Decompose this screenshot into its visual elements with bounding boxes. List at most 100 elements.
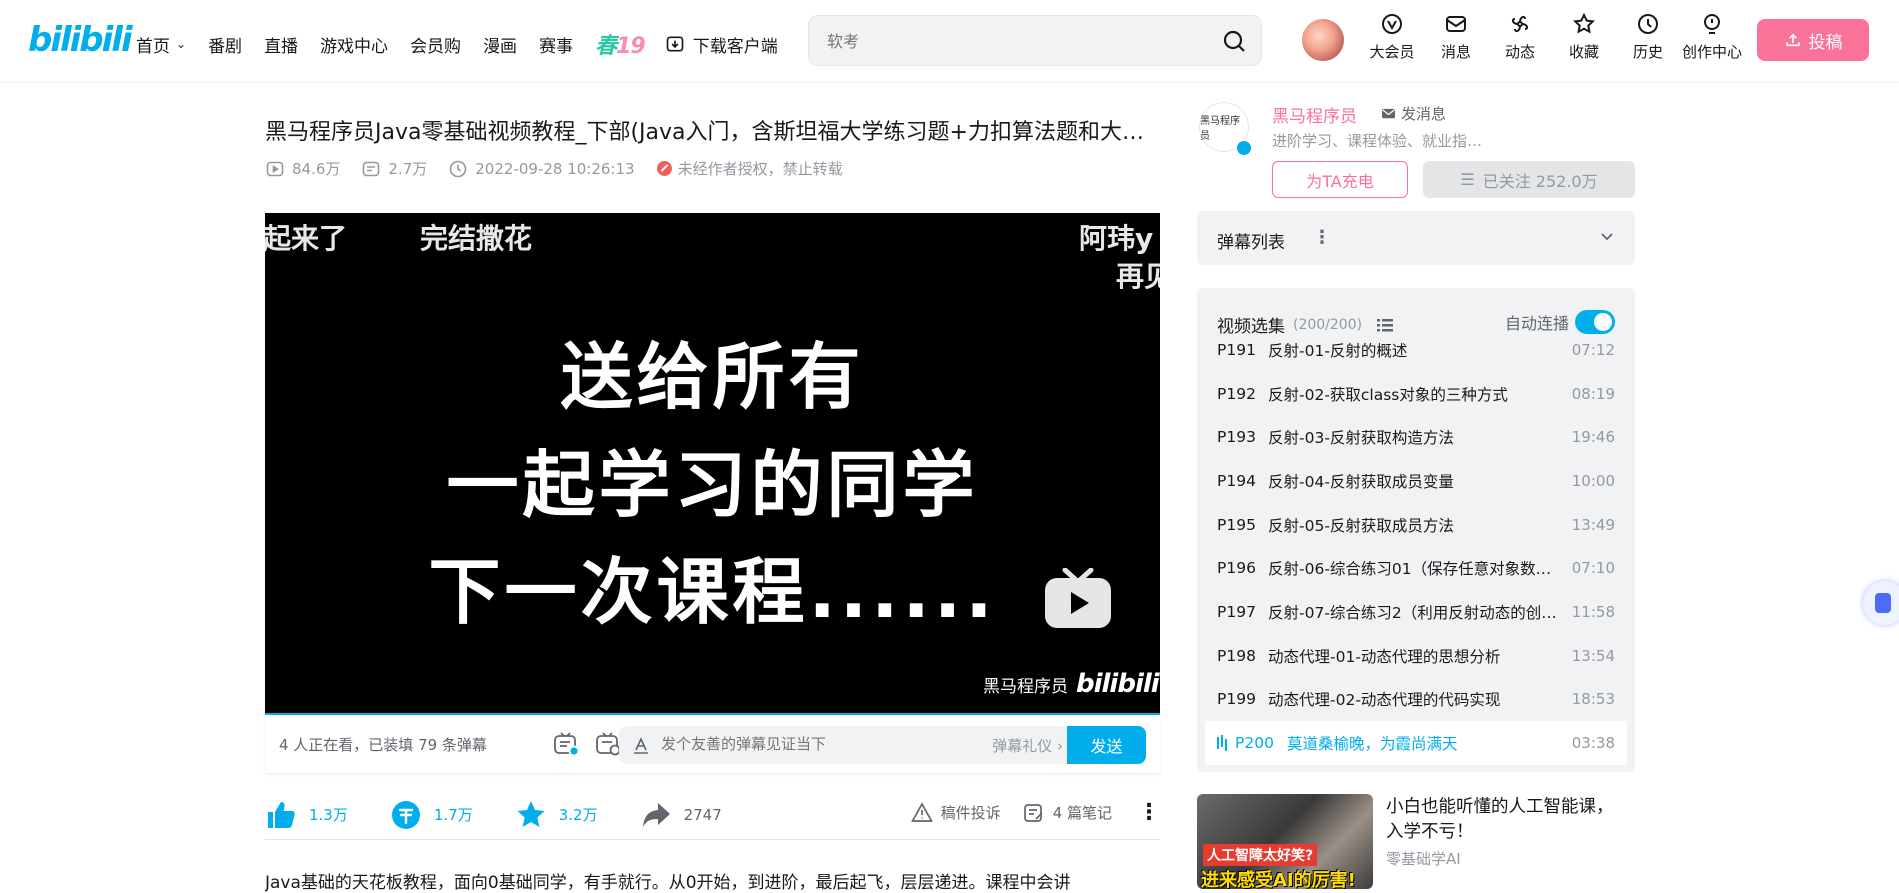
episode-duration: 18:53 xyxy=(1571,690,1615,709)
episode-number: P195 xyxy=(1217,515,1256,534)
video-meta: 84.6万 2.7万 2022-09-28 10:26:13 未经作者授权，禁止… xyxy=(266,158,843,179)
notes-button[interactable]: 4 篇笔记 xyxy=(1023,802,1112,824)
share-button[interactable]: 2747 xyxy=(640,799,722,831)
header-vip[interactable]: 大会员 xyxy=(1360,12,1424,62)
header-icon-label: 动态 xyxy=(1504,43,1535,61)
episode-item[interactable]: P199 动态代理-02-动态代理的代码实现 18:53 xyxy=(1205,678,1627,722)
danmaku-etiquette-link[interactable]: 弹幕礼仪 › xyxy=(992,735,1063,756)
watermark-text: 黑马程序员 xyxy=(983,676,1068,697)
like-count: 1.3万 xyxy=(309,806,348,824)
top-header: bilibili 首页 ⌄ 番剧 直播 游戏中心 会员购 漫画 赛事 春19 下… xyxy=(0,0,1899,81)
warning-icon xyxy=(910,801,933,822)
bilibili-logo[interactable]: bilibili xyxy=(28,20,133,60)
message-icon xyxy=(1446,16,1466,32)
nav-manga[interactable]: 漫画 xyxy=(483,32,517,57)
episode-item[interactable]: P198 动态代理-01-动态代理的思想分析 13:54 xyxy=(1205,634,1627,678)
send-danmaku-button[interactable]: 发送 xyxy=(1067,726,1146,764)
nav-mall[interactable]: 会员购 xyxy=(410,32,461,57)
header-favorite[interactable]: 收藏 xyxy=(1552,12,1616,62)
episode-item[interactable]: P197 反射-07-综合练习2（利用反射动态的创建对象和运行方法） 11:58 xyxy=(1205,590,1627,634)
recommend-author[interactable]: 零基础学AI xyxy=(1386,848,1461,869)
upload-button[interactable]: 投稿 xyxy=(1757,19,1869,61)
danmaku-count: 2.7万 xyxy=(362,158,427,179)
episode-title: 反射-03-反射获取构造方法 xyxy=(1268,429,1454,448)
star-icon xyxy=(517,800,545,827)
user-avatar[interactable] xyxy=(1300,17,1346,63)
text-style-icon[interactable] xyxy=(631,735,651,755)
nav-home[interactable]: 首页 ⌄ xyxy=(136,32,186,57)
recommend-thumbnail[interactable]: 人工智障太好笑? 进来感受AI的厉害! xyxy=(1197,794,1373,889)
search-input[interactable] xyxy=(827,29,1187,53)
episode-title: 动态代理-01-动态代理的思想分析 xyxy=(1268,647,1501,666)
episode-item[interactable]: P192 反射-02-获取class对象的三种方式 08:19 xyxy=(1205,372,1627,416)
spring-festival-logo[interactable]: 春19 xyxy=(595,28,646,60)
episode-title: 反射-04-反射获取成员变量 xyxy=(1268,472,1454,491)
thumbnail-caption: 进来感受AI的厉害! xyxy=(1201,870,1356,889)
nav-game-center[interactable]: 游戏中心 xyxy=(320,32,388,57)
creator-icon xyxy=(1704,14,1720,34)
like-button[interactable]: 1.3万 xyxy=(265,799,348,831)
recommend-title[interactable]: 小白也能听懂的人工智能课，入学不亏！ xyxy=(1386,795,1626,845)
header-creator[interactable]: 创作中心 xyxy=(1680,12,1744,62)
more-button[interactable]: ⋮ xyxy=(1138,800,1160,825)
episode-item[interactable]: P194 反射-04-反射获取成员变量 10:00 xyxy=(1205,459,1627,503)
episode-item-active[interactable]: P200 莫道桑榆晚，为霞尚满天 03:38 xyxy=(1205,721,1627,765)
send-message-link[interactable]: 发消息 xyxy=(1381,103,1446,124)
favorite-button[interactable]: 3.2万 xyxy=(515,799,598,831)
episode-number: P196 xyxy=(1217,559,1256,578)
coin-button[interactable]: 1.7万 xyxy=(390,799,473,831)
episode-duration: 03:38 xyxy=(1571,734,1615,753)
view-count: 84.6万 xyxy=(266,158,340,179)
episode-duration: 07:10 xyxy=(1571,559,1615,578)
header-dynamic[interactable]: 动态 xyxy=(1488,12,1552,62)
uploader-name[interactable]: 黑马程序员 xyxy=(1272,102,1357,127)
episode-duration: 11:58 xyxy=(1571,602,1615,621)
uploader-avatar-text: 黑马程序员 xyxy=(1200,116,1240,142)
report-button[interactable]: 稿件投诉 xyxy=(910,801,1001,824)
episode-item[interactable]: P191 反射-01-反射的概述 07:12 xyxy=(1205,328,1627,372)
charge-button[interactable]: 为TA充电 xyxy=(1272,161,1408,198)
mail-icon xyxy=(1381,108,1396,119)
more-dots-icon[interactable]: ⋮ xyxy=(1313,227,1331,248)
episode-duration: 10:00 xyxy=(1571,471,1615,490)
episode-item[interactable]: P196 反射-06-综合练习01（保存任意对象数据） 07:10 xyxy=(1205,546,1627,590)
header-icon-label: 大会员 xyxy=(1369,43,1415,61)
nav-anime[interactable]: 番剧 xyxy=(208,32,242,57)
header-history[interactable]: 历史 xyxy=(1616,12,1680,62)
nav-esports[interactable]: 赛事 xyxy=(539,32,573,57)
viewer-info: 4 人正在看，已装填 79 条弹幕 xyxy=(279,735,487,754)
chevron-down-icon xyxy=(1601,233,1613,241)
floating-assistant-button[interactable] xyxy=(1863,581,1899,625)
chevron-down-icon: ⌄ xyxy=(176,37,187,51)
follow-label: 已关注 252.0万 xyxy=(1482,171,1598,191)
video-title: 黑马程序员Java零基础视频教程_下部(Java入门，含斯坦福大学练习题+力扣算… xyxy=(265,120,1155,145)
episode-item[interactable]: P193 反射-03-反射获取构造方法 19:46 xyxy=(1205,415,1627,459)
more-dots-icon: ⋮ xyxy=(1138,800,1160,825)
episode-number: P191 xyxy=(1217,340,1256,359)
follow-button[interactable]: ☰ 已关注 252.0万 xyxy=(1423,161,1635,198)
download-client-link[interactable]: 下载客户端 xyxy=(665,32,778,57)
report-label: 稿件投诉 xyxy=(940,804,1001,822)
nav-live[interactable]: 直播 xyxy=(264,32,298,57)
header-message[interactable]: 消息 xyxy=(1424,12,1488,62)
publish-date: 2022-09-28 10:26:13 xyxy=(449,160,635,178)
episode-title: 反射-01-反射的概述 xyxy=(1268,341,1408,360)
video-player[interactable]: 起来了 完结撒花 阿玮y 再见 送给所有 一起学习的同学 下一次课程......… xyxy=(265,213,1160,715)
header-icon-label: 消息 xyxy=(1440,43,1471,61)
danmaku-input[interactable] xyxy=(661,735,961,753)
history-icon xyxy=(1638,14,1658,34)
watermark-logo: bilibili xyxy=(1076,669,1160,699)
play-icon[interactable] xyxy=(1043,568,1113,630)
danmaku-toggle-icon[interactable] xyxy=(551,729,581,759)
danmaku-list-panel[interactable]: 弹幕列表 ⋮ xyxy=(1197,211,1635,265)
spring-logo-text: 春 xyxy=(595,34,617,59)
danmaku-item: 起来了 xyxy=(265,222,348,255)
episode-duration: 07:12 xyxy=(1571,340,1615,359)
search-icon[interactable] xyxy=(1219,26,1249,56)
spring-logo-suffix: 19 xyxy=(616,34,646,59)
episode-item[interactable]: P195 反射-05-反射获取成员方法 13:49 xyxy=(1205,503,1627,547)
view-count-value: 84.6万 xyxy=(292,160,341,178)
danmaku-bar: 4 人正在看，已装填 79 条弹幕 弹幕礼仪 › 发送 xyxy=(265,715,1160,773)
header-icons: 大会员 消息 动态 收藏 历史 创作中心 xyxy=(1360,12,1744,62)
episode-number: P198 xyxy=(1217,646,1256,665)
